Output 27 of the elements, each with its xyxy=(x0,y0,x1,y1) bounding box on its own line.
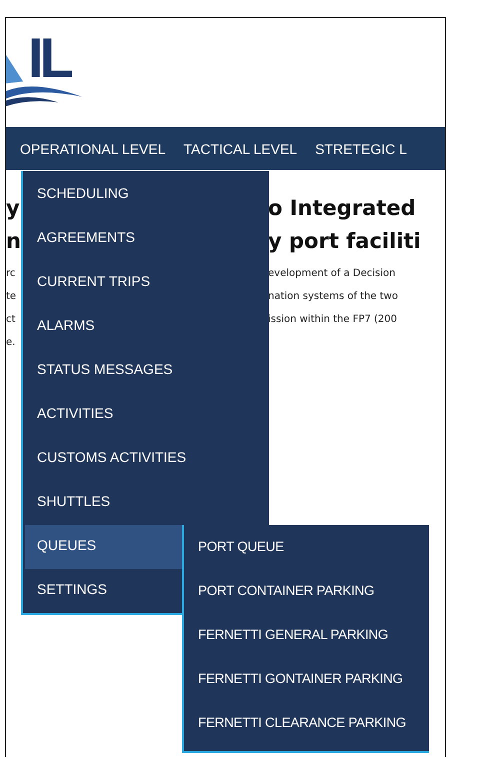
menu-item[interactable]: SCHEDULING xyxy=(23,173,269,217)
menu-item[interactable]: PORT CONTAINER PARKING xyxy=(184,571,429,615)
menu-item[interactable]: FERNETTI CLEARANCE PARKING xyxy=(184,703,429,747)
paragraph-text: nation systems of the two xyxy=(268,290,398,304)
menu-item[interactable]: SHUTTLES xyxy=(23,481,269,525)
heading-text: y xyxy=(6,195,21,222)
menu-item[interactable]: AGREEMENTS xyxy=(23,217,269,261)
menu-item[interactable]: CURRENT TRIPS xyxy=(23,261,269,305)
heading-text: n xyxy=(6,228,22,255)
nav-link[interactable]: TACTICAL LEVEL xyxy=(184,140,298,156)
paragraph-text: te xyxy=(6,290,18,304)
heading-text: y port faciliti xyxy=(268,228,421,255)
paragraph-text: rc xyxy=(6,267,16,281)
nav-link[interactable]: STRETEGIC L xyxy=(315,140,407,156)
menu-item[interactable]: CUSTOMS ACTIVITIES xyxy=(23,437,269,481)
paragraph-text: ission within the FP7 (200 xyxy=(268,313,398,327)
menu-item[interactable]: FERNETTI GONTAINER PARKING xyxy=(184,659,429,703)
paragraph-text: e. xyxy=(6,336,16,350)
menu-item[interactable]: ALARMS xyxy=(23,305,269,349)
menu-item[interactable]: ACTIVITIES xyxy=(23,393,269,437)
paragraph-text: evelopment of a Decision xyxy=(268,267,396,281)
heading-text: o Integrated xyxy=(268,195,416,222)
logo: IL xyxy=(6,30,84,110)
paragraph-text: ct xyxy=(6,313,16,327)
menu-item[interactable]: STATUS MESSAGES xyxy=(23,349,269,393)
nav-link[interactable]: OPERATIONAL LEVEL xyxy=(20,140,166,156)
menu-item[interactable]: FERNETTI GENERAL PARKING xyxy=(184,615,429,659)
